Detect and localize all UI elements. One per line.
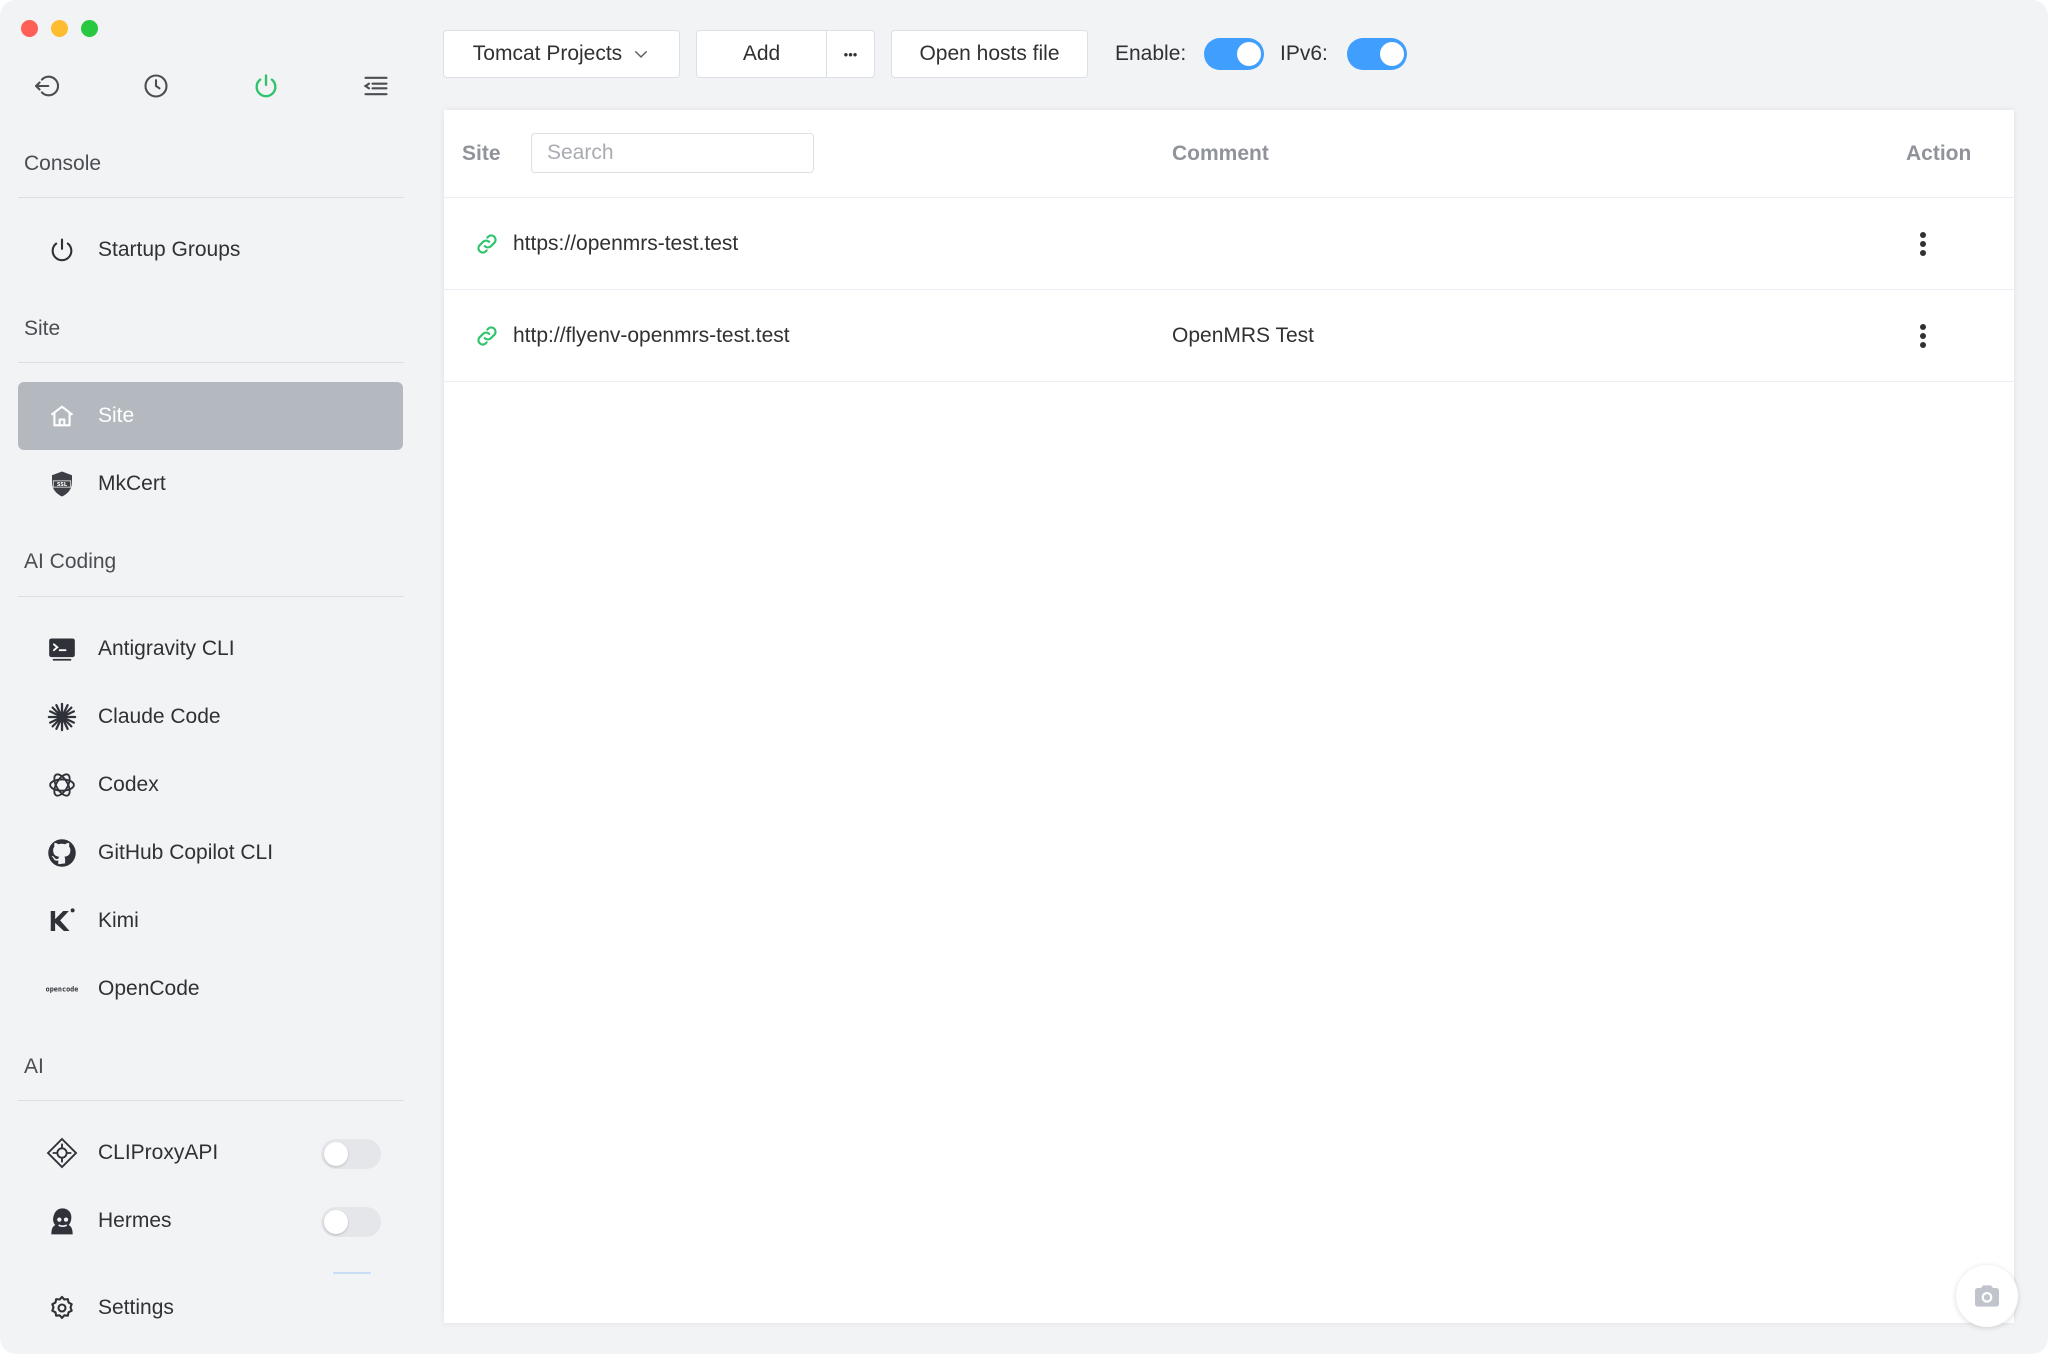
terminal-icon <box>42 636 82 662</box>
site-url[interactable]: http://flyenv-openmrs-test.test <box>513 324 790 348</box>
open-hosts-file-label: Open hosts file <box>919 42 1060 65</box>
sidebar: Console Startup Groups Site Site SSL MkC… <box>0 0 420 1354</box>
sidebar-item-label: Codex <box>98 773 159 796</box>
sidebar-item-label: CLIProxyAPI <box>98 1141 219 1164</box>
site-url[interactable]: https://openmrs-test.test <box>513 232 738 256</box>
table-header: Site Comment Action <box>444 110 2014 198</box>
project-type-select-value: Tomcat Projects <box>472 42 623 65</box>
sidebar-item-label: OpenCode <box>98 977 200 1000</box>
open-hosts-file-button[interactable]: Open hosts file <box>891 30 1088 78</box>
ipv6-toggle[interactable] <box>1347 38 1407 70</box>
diamond-network-icon <box>42 1137 82 1169</box>
ssl-shield-icon: SSL <box>42 469 82 499</box>
opencode-logo-icon: opencode <box>42 982 82 996</box>
section-ai: AI <box>24 1055 44 1078</box>
table-row: http://flyenv-openmrs-test.test OpenMRS … <box>444 290 2014 382</box>
more-options-label: ••• <box>843 46 858 62</box>
chevron-down-icon <box>632 45 650 63</box>
table-row: https://openmrs-test.test <box>444 198 2014 290</box>
sidebar-item-label: Settings <box>98 1296 174 1319</box>
column-header-comment: Comment <box>1172 142 1269 165</box>
sites-table-panel: Site Comment Action https://openmrs-test… <box>444 110 2014 1323</box>
sidebar-item-label: GitHub Copilot CLI <box>98 841 274 864</box>
sidebar-item-label: Kimi <box>98 909 139 932</box>
enable-toggle[interactable] <box>1204 38 1264 70</box>
kimi-logo-icon <box>42 906 82 936</box>
section-console: Console <box>24 152 102 175</box>
sidebar-item-settings[interactable]: Settings <box>18 1274 403 1342</box>
sidebar-item-label: Startup Groups <box>98 238 241 261</box>
project-type-select[interactable]: Tomcat Projects <box>443 30 680 78</box>
sidebar-item-label: Site <box>98 404 135 427</box>
site-comment: OpenMRS Test <box>1172 324 1315 347</box>
sidebar-item-github-copilot-cli[interactable]: GitHub Copilot CLI <box>18 819 403 887</box>
gear-icon <box>42 1294 82 1322</box>
sidebar-item-claude-code[interactable]: Claude Code <box>18 683 403 751</box>
clock-icon[interactable] <box>138 68 174 104</box>
sidebar-item-hermes[interactable]: Hermes <box>18 1187 403 1255</box>
link-icon[interactable] <box>474 231 500 257</box>
divider <box>18 1100 404 1101</box>
divider <box>18 596 404 597</box>
power-icon <box>42 236 82 264</box>
screenshot-camera-button[interactable] <box>1956 1265 2018 1327</box>
menu-fold-icon[interactable] <box>358 68 394 104</box>
hermes-toggle[interactable] <box>321 1207 381 1237</box>
sidebar-item-startup-groups[interactable]: Startup Groups <box>18 216 403 284</box>
hermes-avatar-icon <box>42 1205 82 1237</box>
sidebar-toolbar <box>28 68 398 104</box>
sidebar-item-mkcert[interactable]: SSL MkCert <box>18 450 403 518</box>
sidebar-item-label: Hermes <box>98 1209 172 1232</box>
claude-starburst-icon <box>42 702 82 732</box>
camera-icon <box>1971 1280 2003 1312</box>
cliproxyapi-toggle[interactable] <box>321 1139 381 1169</box>
divider <box>18 362 404 363</box>
github-icon <box>42 838 82 868</box>
add-site-button-label: Add <box>742 42 781 65</box>
logout-icon[interactable] <box>28 68 64 104</box>
link-icon[interactable] <box>474 323 500 349</box>
app-window: Console Startup Groups Site Site SSL MkC… <box>0 0 2048 1354</box>
sidebar-item-label: MkCert <box>98 472 166 495</box>
ssl-badge-text: SSL <box>57 482 68 488</box>
sidebar-item-opencode[interactable]: opencode OpenCode <box>18 955 403 1023</box>
enable-label: Enable: <box>1115 42 1187 65</box>
more-options-button[interactable]: ••• <box>826 30 875 78</box>
row-actions-icon[interactable] <box>1912 320 1934 352</box>
sidebar-item-label: Claude Code <box>98 705 221 728</box>
column-header-action: Action <box>1906 142 1972 165</box>
divider <box>18 197 404 198</box>
sidebar-item-antigravity-cli[interactable]: Antigravity CLI <box>18 615 403 683</box>
opencode-logo-text: opencode <box>46 986 79 994</box>
sidebar-item-codex[interactable]: Codex <box>18 751 403 819</box>
openai-knot-icon <box>42 770 82 800</box>
column-header-site: Site <box>462 142 501 165</box>
row-actions-icon[interactable] <box>1912 228 1934 260</box>
section-ai-coding: AI Coding <box>24 550 117 573</box>
home-icon <box>42 402 82 430</box>
sidebar-item-label: Antigravity CLI <box>98 637 235 660</box>
section-site: Site <box>24 317 61 340</box>
ipv6-label: IPv6: <box>1280 42 1328 65</box>
sidebar-item-site[interactable]: Site <box>18 382 403 450</box>
sidebar-item-kimi[interactable]: Kimi <box>18 887 403 955</box>
add-site-button[interactable]: Add <box>696 30 827 78</box>
site-search-input[interactable] <box>531 133 814 173</box>
sidebar-item-cliproxyapi[interactable]: CLIProxyAPI <box>18 1119 403 1187</box>
power-icon[interactable] <box>248 68 284 104</box>
